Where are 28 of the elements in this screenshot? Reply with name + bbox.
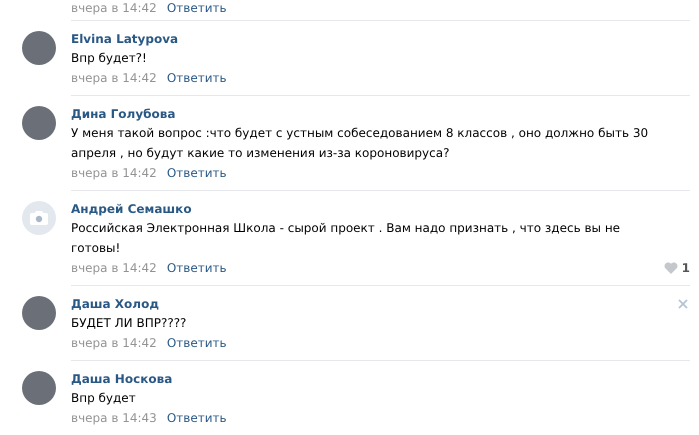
author-name[interactable]: Даша Носкова: [71, 372, 172, 386]
reply-link[interactable]: Ответить: [166, 1, 227, 15]
reply-link[interactable]: Ответить: [166, 166, 227, 180]
author-name[interactable]: Elvina Latypova: [71, 32, 178, 46]
avatar-photo-placeholder[interactable]: [22, 31, 56, 65]
avatar-photo-placeholder[interactable]: [22, 106, 56, 140]
comment-time: вчера в 14:43: [71, 411, 157, 425]
avatar-photo-placeholder[interactable]: [22, 371, 56, 405]
comment-time: вчера в 14:42: [71, 166, 157, 180]
author-name[interactable]: Даша Холод: [71, 297, 160, 311]
author-name[interactable]: Андрей Семашко: [71, 202, 192, 216]
comment-text: Российская Электронная Школа - сырой проект . Вам надо признать , что здесь вы не готовы!: [71, 220, 622, 257]
comment-time: вчера в 14:42: [71, 336, 157, 350]
camera-icon: [30, 211, 48, 225]
comment-time: вчера в 14:42: [71, 71, 157, 85]
comment-time: вчера в 14:42: [71, 261, 157, 275]
comment-text: БУДЕТ ЛИ ВПР????: [71, 315, 188, 332]
reply-link[interactable]: Ответить: [166, 411, 227, 425]
comment-text: Впр будет?!: [71, 50, 148, 67]
like-count: 1: [682, 261, 690, 275]
reply-link[interactable]: Ответить: [166, 71, 227, 85]
reply-link[interactable]: Ответить: [166, 261, 227, 275]
comment-text: У меня такой вопрос :что будет с устным собеседованием 8 классов , оно должно быть 30 апреля , но будут какие то изменения из-за короновируса?: [71, 125, 650, 162]
author-name[interactable]: Дина Голубова: [71, 107, 176, 121]
comment-text: Впр будет: [71, 390, 137, 407]
comment-time: вчера в 14:42: [71, 1, 157, 15]
reply-link[interactable]: Ответить: [166, 336, 227, 350]
avatar-photo-placeholder[interactable]: [22, 296, 56, 330]
